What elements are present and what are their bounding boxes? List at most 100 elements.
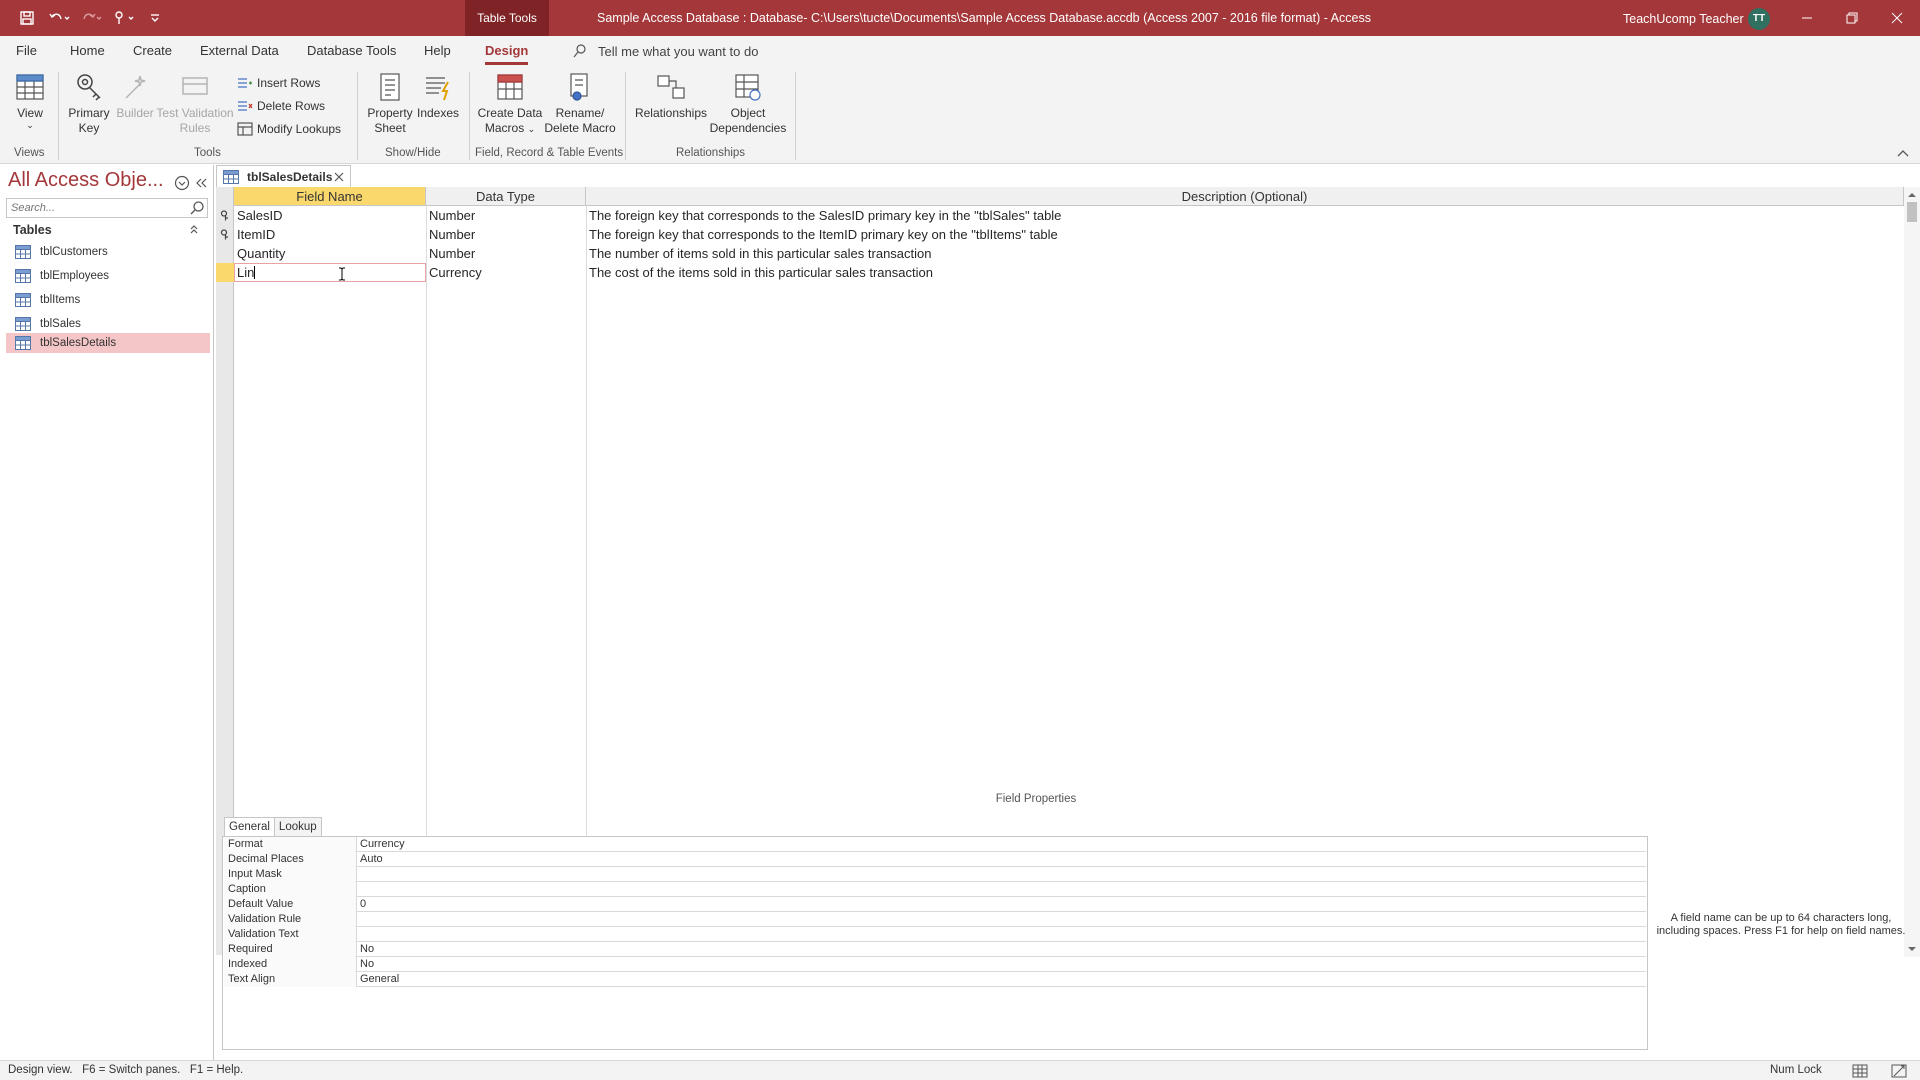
column-header-field-name[interactable]: Field Name <box>234 187 426 206</box>
customize-qat-button[interactable] <box>142 6 168 30</box>
avatar[interactable]: TT <box>1748 8 1770 30</box>
scrollbar-thumb[interactable] <box>1907 202 1917 222</box>
table-row-current[interactable]: Lin Currency The cost of the items sold … <box>216 263 1904 282</box>
property-value[interactable] <box>360 882 1640 897</box>
table-row[interactable]: ItemID Number The foreign key that corre… <box>220 225 1904 244</box>
table-row[interactable]: Quantity Number The number of items sold… <box>234 244 1904 263</box>
property-row-input-mask[interactable]: Input Mask <box>224 867 1646 882</box>
tell-me-text: Tell me what you want to do <box>598 43 759 59</box>
tab-file[interactable]: File <box>16 43 37 58</box>
property-value[interactable] <box>360 912 1640 927</box>
property-row-indexed[interactable]: Indexed No <box>224 957 1646 972</box>
field-name-cell[interactable]: ItemID <box>234 225 426 244</box>
datasheet-view-icon[interactable] <box>1851 1062 1869 1080</box>
save-button[interactable] <box>14 6 40 30</box>
description-cell[interactable]: The foreign key that corresponds to the … <box>586 225 1904 244</box>
row-selector[interactable] <box>216 244 234 263</box>
minimize-button[interactable] <box>1784 0 1830 36</box>
restore-button[interactable] <box>1829 0 1875 36</box>
nav-item-tblitems[interactable]: tblItems <box>6 290 210 310</box>
group-separator <box>357 72 358 160</box>
data-type-cell[interactable]: Number <box>426 244 586 263</box>
create-data-macros-button[interactable]: Create Data Macros ⌄ <box>474 70 546 137</box>
builder-button[interactable]: Builder <box>113 70 157 121</box>
property-value[interactable] <box>360 927 1640 942</box>
description-cell[interactable]: The number of items sold in this particu… <box>586 244 1904 263</box>
nav-item-tblcustomers[interactable]: tblCustomers <box>6 242 210 262</box>
delete-rows-button[interactable]: Delete Rows <box>237 96 325 116</box>
description-cell[interactable]: The cost of the items sold in this parti… <box>586 263 1904 282</box>
property-value[interactable] <box>360 867 1640 882</box>
search-icon[interactable] <box>189 200 205 216</box>
close-button[interactable] <box>1874 0 1920 36</box>
tab-help[interactable]: Help <box>424 43 451 58</box>
nav-pane-header[interactable]: All Access Obje... <box>8 169 164 192</box>
property-row-validation-rule[interactable]: Validation Rule <box>224 912 1646 927</box>
modify-lookups-button[interactable]: Modify Lookups <box>237 119 341 139</box>
data-type-cell[interactable]: Number <box>426 206 586 225</box>
property-row-text-align[interactable]: Text Align General <box>224 972 1646 987</box>
property-value[interactable]: Currency <box>360 837 1640 852</box>
nav-group-tables[interactable]: Tables <box>0 219 212 241</box>
property-sheet-button[interactable]: Property Sheet <box>366 70 414 136</box>
row-selector[interactable] <box>216 225 234 244</box>
field-name-edit-cell[interactable]: Lin <box>234 263 426 282</box>
undo-button[interactable] <box>46 6 72 30</box>
relationships-button[interactable]: Relationships <box>634 70 708 121</box>
scroll-down-icon[interactable] <box>1907 944 1917 954</box>
data-type-cell[interactable]: Currency <box>426 263 586 282</box>
rename-delete-macro-button[interactable]: Rename/ Delete Macro <box>542 70 618 136</box>
nav-menu-button[interactable] <box>174 175 190 191</box>
row-selector[interactable] <box>216 206 234 225</box>
collapse-ribbon-button[interactable] <box>1896 148 1910 160</box>
description-cell[interactable]: The foreign key that corresponds to the … <box>586 206 1904 225</box>
property-row-default-value[interactable]: Default Value 0 <box>224 897 1646 912</box>
user-name[interactable]: TeachUcomp Teacher <box>1623 0 1744 36</box>
property-value[interactable]: 0 <box>360 897 1640 912</box>
search-input[interactable] <box>7 199 183 217</box>
table-row[interactable]: SalesID Number The foreign key that corr… <box>220 206 1904 225</box>
object-dependencies-button[interactable]: Object Dependencies <box>708 70 788 136</box>
property-row-format[interactable]: Format Currency <box>224 837 1646 852</box>
nav-item-tblemployees[interactable]: tblEmployees <box>6 266 210 286</box>
property-value[interactable]: Auto <box>360 852 1640 867</box>
property-row-validation-text[interactable]: Validation Text <box>224 927 1646 942</box>
row-selector-current[interactable] <box>216 263 234 282</box>
tab-lookup[interactable]: Lookup <box>273 817 322 836</box>
insert-rows-button[interactable]: Insert Rows <box>237 73 320 93</box>
tell-me-box[interactable]: Tell me what you want to do <box>572 43 758 59</box>
shutter-bar-button[interactable] <box>194 175 208 191</box>
tab-create[interactable]: Create <box>133 43 172 58</box>
tab-database-tools[interactable]: Database Tools <box>307 43 396 58</box>
column-header-data-type[interactable]: Data Type <box>426 187 586 206</box>
tab-external-data[interactable]: External Data <box>200 43 279 58</box>
nav-item-tblsalesdetails[interactable]: tblSalesDetails <box>6 333 210 353</box>
field-name-cell[interactable]: SalesID <box>234 206 426 225</box>
data-type-cell[interactable]: Number <box>426 225 586 244</box>
tab-home[interactable]: Home <box>70 43 105 58</box>
close-tab-icon[interactable] <box>333 171 345 183</box>
scroll-up-icon[interactable] <box>1907 190 1917 200</box>
property-value[interactable]: No <box>360 957 1640 972</box>
document-tab-tblsalesdetails[interactable]: tblSalesDetails <box>216 165 351 188</box>
column-header-description[interactable]: Description (Optional) <box>586 187 1904 206</box>
property-value[interactable]: General <box>360 972 1640 987</box>
test-validation-rules-button[interactable]: Test Validation Rules <box>155 70 235 136</box>
property-row-required[interactable]: Required No <box>224 942 1646 957</box>
tab-design[interactable]: Design <box>485 43 529 65</box>
nav-item-tblsales[interactable]: tblSales <box>6 314 210 334</box>
touch-mode-button[interactable] <box>110 6 136 30</box>
property-row-caption[interactable]: Caption <box>224 882 1646 897</box>
property-row-decimal-places[interactable]: Decimal Places Auto <box>224 852 1646 867</box>
property-value[interactable]: No <box>360 942 1640 957</box>
design-view-icon[interactable] <box>1890 1062 1908 1080</box>
access-window: Table Tools Sample Access Database : Dat… <box>0 0 1920 1080</box>
indexes-button[interactable]: Indexes <box>414 70 462 121</box>
tab-general[interactable]: General <box>224 817 275 837</box>
primary-key-label-2: Key <box>78 121 100 135</box>
primary-key-button[interactable]: Primary Key <box>66 70 112 136</box>
vertical-scrollbar[interactable] <box>1904 187 1920 957</box>
view-button[interactable]: View ⌄ <box>12 70 48 130</box>
field-name-cell[interactable]: Quantity <box>234 244 426 263</box>
redo-button[interactable] <box>78 6 104 30</box>
